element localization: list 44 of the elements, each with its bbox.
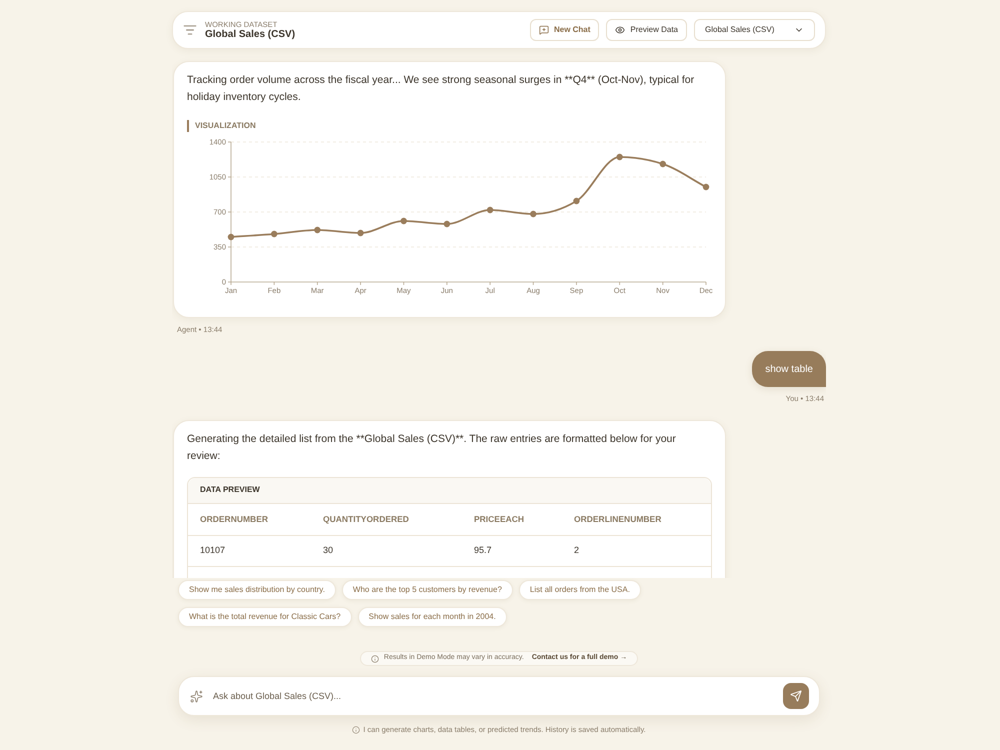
send-button[interactable] [783,683,809,709]
chart-point [660,160,666,168]
eye-icon [615,25,626,35]
chart-point [486,206,494,214]
chart-point [573,198,580,204]
chart-point [228,234,234,240]
filter-icon[interactable] [183,23,197,37]
chart-point [616,154,623,160]
table-title: DATA PREVIEW [188,478,711,504]
chart-point [702,184,710,190]
send-icon [790,690,802,702]
chart-point [530,210,536,218]
info-icon [352,726,360,734]
suggestion-chip[interactable]: Show sales for each month in 2004. [358,607,507,627]
suggestion-chip[interactable]: Show me sales distribution by country. [178,580,336,600]
message-composer[interactable]: Ask about Global Sales (CSV)... [178,676,820,716]
dataset-title: Global Sales (CSV) [205,28,296,40]
message-text: Generating the detailed list from the **Global Sales (CSV)**. The raw entries are formatted below for your review: [187,432,677,464]
chart-point [357,230,364,236]
column-header: QUANTITYORDERED [323,512,410,526]
chart-point [270,230,278,238]
table-cell-text: 10107 [200,544,226,557]
new-chat-button[interactable]: New Chat [530,19,600,41]
chart-point [400,218,407,224]
suggestion-chip[interactable]: What is the total revenue for Classic Cars? [178,607,352,627]
table-cell-text: 2 [574,544,580,557]
column-header: PRICEEACH [474,512,526,526]
dataset-select[interactable]: Global Sales (CSV) [694,19,815,41]
chart-point [314,226,321,234]
column-header: ORDERLINENUMBER [574,512,662,526]
chat-input[interactable]: Ask about Global Sales (CSV)... [213,686,773,706]
sparkles-icon [190,690,203,702]
table-cell-text: 30 [323,544,334,557]
section-label: VISUALIZATION [187,120,256,132]
column-header: ORDERNUMBER [200,512,269,526]
message-bubble: show table [752,351,826,388]
chart-point [444,220,450,228]
message-text: Tracking order volume across the fiscal year... We see strong seasonal surges in **Q4** (Oct-Nov), typical for holiday inventory cycles. [187,73,696,105]
table-cell-text: 95.7 [474,544,493,557]
suggestion-chip[interactable]: Who are the top 5 customers by revenue? [342,580,513,600]
preview-data-button[interactable]: Preview Data [606,19,687,41]
suggestion-chip[interactable]: List all orders from the USA. [518,580,641,600]
message-plus-icon [538,25,549,35]
info-icon [370,654,379,662]
